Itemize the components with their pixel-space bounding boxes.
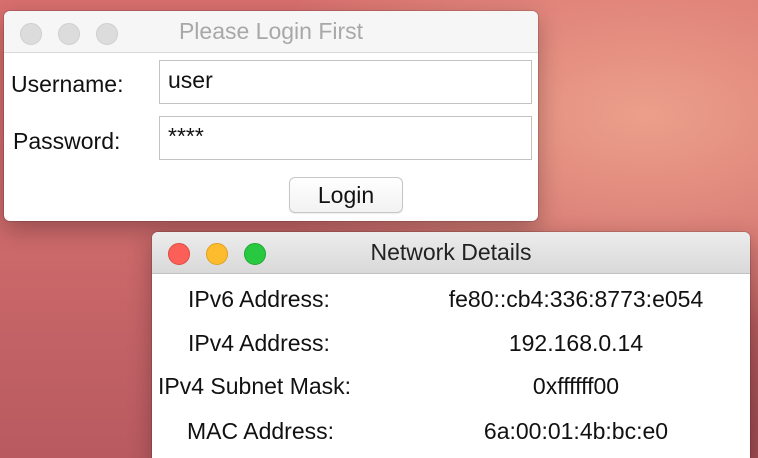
ipv6-value: fe80::cb4:336:8773:e054 [448,286,704,312]
username-label: Username: [11,71,124,97]
window-title: Network Details [370,239,532,265]
window-controls [168,243,266,265]
detail-row-ipv6: IPv6 Address: fe80::cb4:336:8773:e054 [152,286,750,326]
minimize-button[interactable] [58,23,80,45]
login-window: Please Login First Username: user Passwo… [4,11,538,221]
detail-row-ipv4: IPv4 Address: 192.168.0.14 [152,330,750,370]
network-titlebar[interactable]: Network Details [152,232,750,274]
ipv4-label: IPv4 Address: [188,330,330,356]
minimize-button[interactable] [206,243,228,265]
password-row: Password: **** [4,116,538,162]
maximize-button[interactable] [244,243,266,265]
window-controls [20,23,118,45]
window-title: Please Login First [178,18,364,44]
maximize-button[interactable] [96,23,118,45]
mac-value: 6a:00:01:4b:bc:e0 [483,418,669,444]
username-row: Username: user [4,60,538,106]
password-label: Password: [13,128,121,154]
detail-row-subnet-mask: IPv4 Subnet Mask: 0xffffff00 [152,373,750,413]
detail-row-mac: MAC Address: 6a:00:01:4b:bc:e0 [152,418,750,458]
username-input[interactable]: user [159,60,532,104]
login-button[interactable]: Login [289,177,403,213]
subnet-mask-label: IPv4 Subnet Mask: [158,373,352,399]
password-input[interactable]: **** [159,116,532,160]
close-button[interactable] [168,243,190,265]
login-titlebar[interactable]: Please Login First [4,11,538,53]
mac-label: MAC Address: [187,418,334,444]
subnet-mask-value: 0xffffff00 [532,373,620,399]
ipv4-value: 192.168.0.14 [508,330,644,356]
ipv6-label: IPv6 Address: [188,286,330,312]
close-button[interactable] [20,23,42,45]
network-details-window: Network Details IPv6 Address: fe80::cb4:… [152,232,750,458]
